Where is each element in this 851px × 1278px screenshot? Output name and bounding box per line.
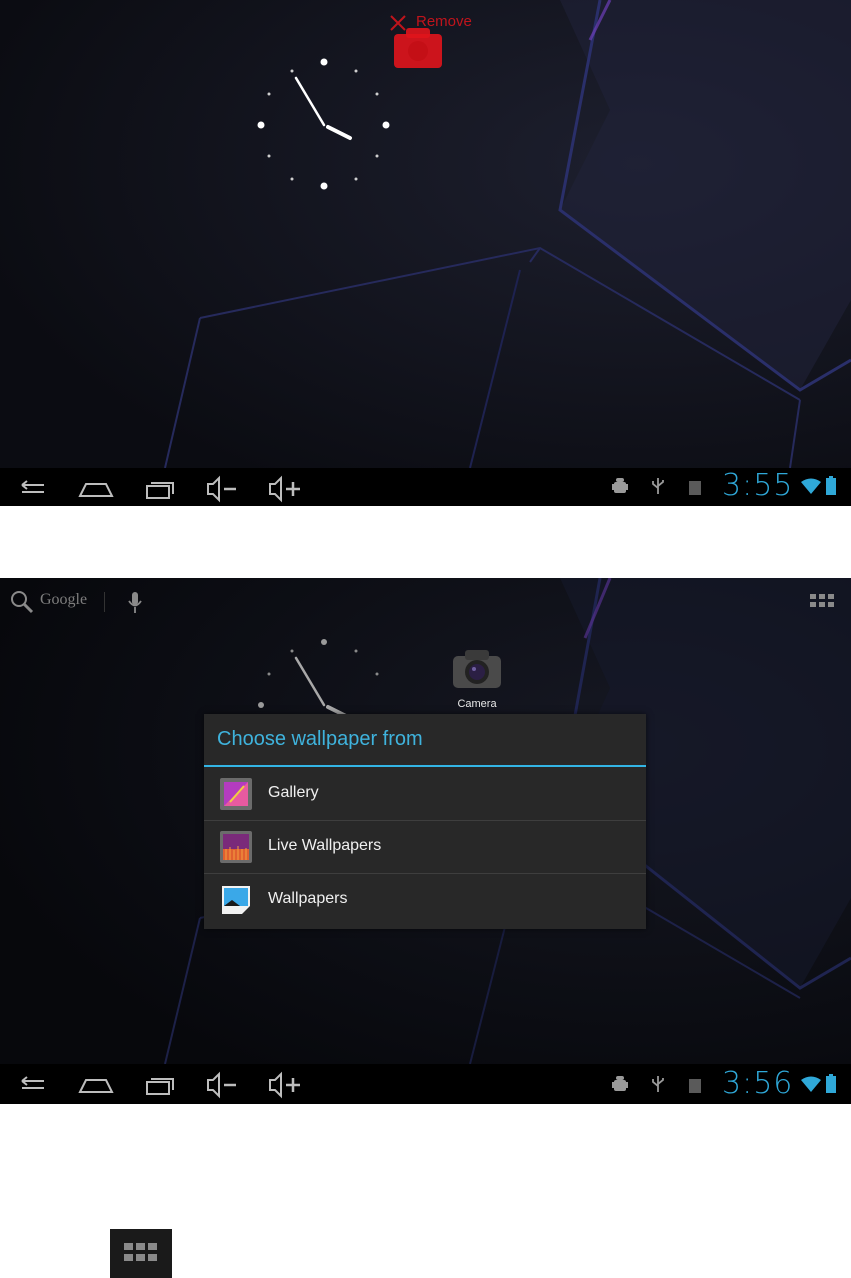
wallpaper — [0, 0, 851, 468]
analog-clock-widget[interactable] — [254, 56, 394, 196]
dialog-title: Choose wallpaper from — [217, 728, 423, 750]
camera-icon-dragging[interactable] — [392, 26, 444, 70]
android-debug-icon — [612, 1076, 628, 1091]
recent-apps-icon[interactable] — [140, 1068, 180, 1100]
dialog-title-divider — [204, 765, 646, 767]
choose-wallpaper-dialog: Choose wallpaper from Gallery Live Wallp… — [204, 714, 646, 929]
gallery-label: Gallery — [268, 784, 319, 801]
wallpaper-source-wallpapers[interactable]: Wallpapers — [204, 874, 646, 927]
camera-label: Camera — [457, 698, 497, 710]
home-icon[interactable] — [76, 472, 116, 504]
wallpaper-source-live-wallpapers[interactable]: Live Wallpapers — [204, 821, 646, 874]
android-debug-icon — [612, 478, 628, 493]
wallpaper-source-gallery[interactable]: Gallery — [204, 768, 646, 821]
status-time: 3:55 — [722, 468, 794, 503]
sd-card-icon — [689, 1079, 701, 1093]
live-wallpapers-icon — [220, 831, 252, 863]
search-icon — [11, 591, 34, 614]
all-apps-icon[interactable] — [810, 594, 834, 612]
sd-card-icon — [689, 481, 701, 495]
battery-icon — [826, 476, 836, 495]
wifi-icon — [801, 478, 821, 494]
search-divider — [104, 592, 105, 612]
back-icon[interactable] — [14, 1068, 54, 1100]
status-time: 3:56 — [722, 1066, 794, 1101]
microphone-icon[interactable] — [128, 591, 142, 615]
all-apps-icon-closeup — [110, 1229, 172, 1278]
gallery-icon — [220, 778, 252, 810]
home-icon[interactable] — [76, 1068, 116, 1100]
volume-up-icon[interactable] — [266, 472, 306, 504]
back-icon[interactable] — [14, 472, 54, 504]
wallpapers-icon — [222, 886, 250, 914]
homescreen-wallpaper-dialog: Google Camera Choose wallpaper from Gall… — [0, 578, 851, 1104]
volume-down-icon[interactable] — [204, 472, 244, 504]
search-label: Google — [40, 591, 88, 608]
live-wallpapers-label: Live Wallpapers — [268, 837, 382, 854]
homescreen-remove-mode: Remove 3:55 — [0, 0, 851, 506]
grid-icon — [124, 1243, 157, 1261]
volume-down-icon[interactable] — [204, 1068, 244, 1100]
battery-icon — [826, 1074, 836, 1093]
recent-apps-icon[interactable] — [140, 472, 180, 504]
camera-icon — [453, 650, 501, 688]
wallpapers-label: Wallpapers — [268, 890, 348, 907]
usb-icon — [652, 478, 664, 494]
usb-icon — [652, 1076, 664, 1092]
volume-up-icon[interactable] — [266, 1068, 306, 1100]
system-navigation-bar: 3:56 — [0, 1064, 851, 1104]
system-navigation-bar: 3:55 — [0, 468, 851, 506]
camera-app-shortcut[interactable]: Camera — [448, 642, 506, 714]
wifi-icon — [801, 1076, 821, 1092]
